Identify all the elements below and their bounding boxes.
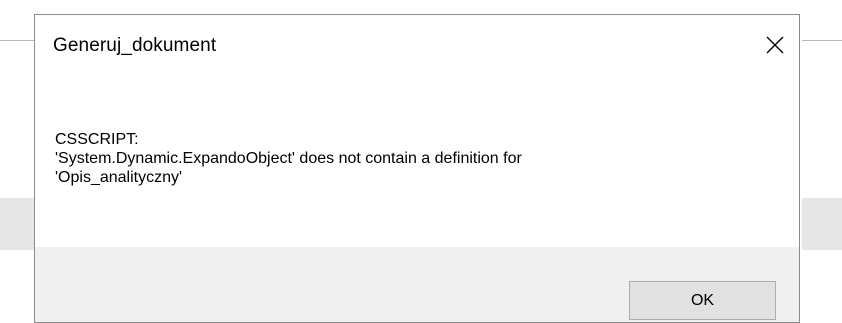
dialog-titlebar[interactable]: Generuj_dokument — [35, 15, 799, 75]
background-band-left — [0, 198, 34, 250]
dialog-title: Generuj_dokument — [53, 35, 217, 56]
close-icon — [766, 36, 784, 54]
error-message: CSSCRIPT: 'System.Dynamic.ExpandoObject'… — [55, 131, 522, 186]
dialog-content: CSSCRIPT: 'System.Dynamic.ExpandoObject'… — [35, 75, 799, 247]
dialog-footer: OK — [35, 247, 799, 322]
ok-button[interactable]: OK — [629, 281, 776, 320]
message-dialog: Generuj_dokument CSSCRIPT: 'System.Dynam… — [34, 14, 800, 323]
close-button[interactable] — [751, 15, 799, 75]
background-band-right — [802, 198, 842, 250]
background-divider-right — [802, 40, 842, 41]
background-divider-left — [0, 40, 34, 41]
